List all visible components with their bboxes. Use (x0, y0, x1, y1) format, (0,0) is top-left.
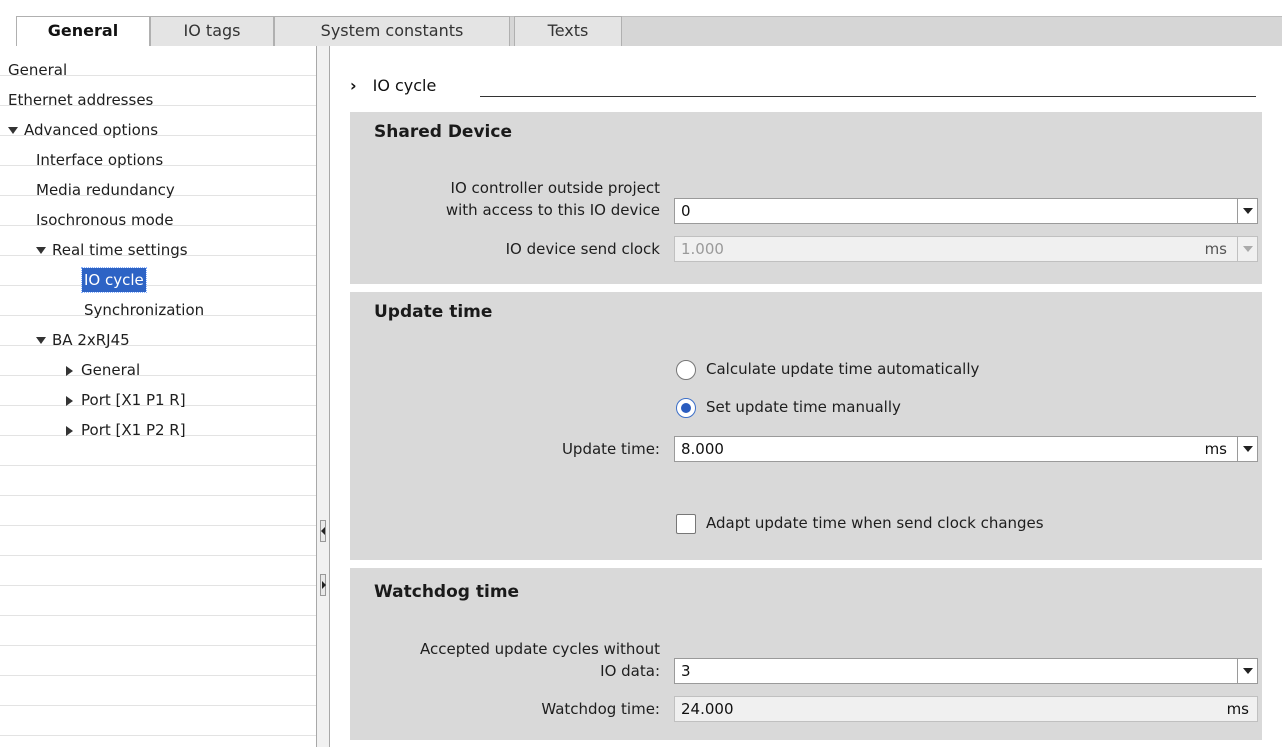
send-clock-label: IO device send clock (505, 240, 660, 258)
arrow-left-icon (321, 527, 325, 535)
tree-item-port-general[interactable]: General (66, 358, 140, 382)
collapsed-arrow-icon[interactable] (66, 365, 73, 376)
chevron-down-icon[interactable] (1237, 659, 1257, 683)
unit-label: ms (1204, 240, 1227, 258)
tree-item-label: Port [X1 P2 R] (81, 421, 186, 439)
chevron-down-icon[interactable] (1237, 437, 1257, 461)
watchdog-time-section: Watchdog time Accepted update cycles wit… (350, 568, 1262, 740)
properties-content: › IO cycle Shared Device IO controller ou… (330, 46, 1282, 747)
radio-manual-label[interactable]: Set update time manually (706, 398, 901, 416)
select-value: 3 (681, 662, 691, 680)
navigation-tree: General Ethernet addresses Advanced opti… (0, 46, 316, 747)
watchdog-time-label: Watchdog time: (541, 700, 660, 718)
tab-bar: General IO tags System constants Texts (0, 0, 1282, 47)
adapt-update-time-label[interactable]: Adapt update time when send clock change… (706, 514, 1044, 532)
chevron-down-icon (1237, 237, 1257, 261)
radio-auto-label[interactable]: Calculate update time automatically (706, 360, 979, 378)
unit-label: ms (1226, 700, 1249, 718)
radio-manual-update-time[interactable] (676, 398, 696, 418)
expanded-arrow-icon[interactable] (36, 337, 46, 344)
chevron-right-icon: › (350, 76, 357, 95)
chevron-down-icon[interactable] (1237, 199, 1257, 223)
expanded-arrow-icon[interactable] (36, 247, 46, 254)
accepted-cycles-select[interactable]: 3 (674, 658, 1258, 684)
update-time-input[interactable]: 8.000 ms (674, 436, 1258, 462)
tab-system-constants[interactable]: System constants (274, 16, 510, 46)
field-value: 24.000 (681, 700, 734, 718)
cycles-label-line2: IO data: (600, 662, 660, 680)
watchdog-time-field: 24.000 ms (674, 696, 1258, 722)
collapsed-arrow-icon[interactable] (66, 395, 73, 406)
tree-item-advanced-options[interactable]: Advanced options (8, 118, 158, 142)
adapt-update-time-checkbox[interactable] (676, 514, 696, 534)
collapsed-arrow-icon[interactable] (66, 425, 73, 436)
tree-item-label: Advanced options (24, 121, 159, 139)
tree-item-label: General (81, 361, 141, 379)
tree-item-interface-options[interactable]: Interface options (36, 148, 163, 172)
collapse-left-button[interactable] (320, 520, 326, 542)
expanded-arrow-icon[interactable] (8, 127, 18, 134)
tab-general[interactable]: General (16, 16, 150, 47)
update-time-label: Update time: (561, 440, 660, 458)
field-value: 1.000 (681, 240, 724, 258)
tree-item-label: Real time settings (52, 241, 188, 259)
panel-splitter[interactable] (316, 46, 330, 747)
cycles-label-line1: Accepted update cycles without (420, 640, 660, 658)
expand-right-button[interactable] (320, 574, 326, 596)
unit-label: ms (1204, 440, 1227, 458)
section-title: Shared Device (374, 122, 512, 142)
select-value: 0 (681, 202, 691, 220)
tree-item-ethernet-addresses[interactable]: Ethernet addresses (8, 88, 153, 112)
section-title: Watchdog time (374, 582, 520, 602)
tab-texts[interactable]: Texts (514, 16, 622, 46)
tree-item-io-cycle[interactable]: IO cycle (81, 267, 147, 293)
controller-label-line2: with access to this IO device (445, 201, 660, 219)
field-value: 8.000 (681, 440, 724, 458)
tree-item-synchronization[interactable]: Synchronization (84, 298, 204, 322)
section-header[interactable]: › IO cycle (350, 76, 436, 95)
tree-item-isochronous-mode[interactable]: Isochronous mode (36, 208, 174, 232)
update-time-section: Update time Calculate update time automa… (350, 292, 1262, 560)
tree-item-ba-2xrj45[interactable]: BA 2xRJ45 (36, 328, 130, 352)
header-divider (480, 96, 1256, 97)
send-clock-field: 1.000 ms (674, 236, 1258, 262)
shared-device-section: Shared Device IO controller outside proj… (350, 112, 1262, 284)
tree-item-label: BA 2xRJ45 (52, 331, 130, 349)
controller-label-line1: IO controller outside project (450, 179, 660, 197)
controller-count-select[interactable]: 0 (674, 198, 1258, 224)
tree-item-label: Port [X1 P1 R] (81, 391, 186, 409)
tree-item-port-x1-p2-r[interactable]: Port [X1 P2 R] (66, 418, 186, 442)
tree-item-port-x1-p1-r[interactable]: Port [X1 P1 R] (66, 388, 186, 412)
tree-item-real-time-settings[interactable]: Real time settings (36, 238, 188, 262)
tab-io-tags[interactable]: IO tags (150, 16, 274, 46)
section-header-title: IO cycle (372, 76, 437, 95)
radio-auto-update-time[interactable] (676, 360, 696, 380)
section-title: Update time (374, 302, 493, 322)
tree-item-media-redundancy[interactable]: Media redundancy (36, 178, 175, 202)
arrow-right-icon (322, 581, 326, 589)
tree-item-general[interactable]: General (8, 58, 67, 82)
